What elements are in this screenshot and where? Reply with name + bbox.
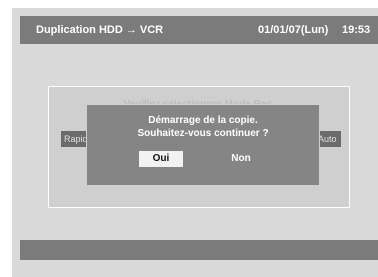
- no-button[interactable]: Non: [221, 151, 261, 167]
- yes-button[interactable]: Oui: [139, 151, 183, 167]
- footer-bar: [20, 240, 378, 260]
- screen-title: Duplication HDD → VCR: [36, 24, 164, 36]
- confirm-dialog: Démarrage de la copie. Souhaitez-vous co…: [86, 104, 320, 186]
- header-bar: Duplication HDD → VCR 01/01/07(Lun) 19:5…: [20, 16, 378, 44]
- date-display: 01/01/07(Lun): [258, 24, 329, 36]
- dialog-message-line2: Souhaitez-vous continuer ?: [137, 128, 269, 139]
- dialog-message-line1: Démarrage de la copie.: [148, 115, 258, 126]
- osd-screen: Duplication HDD → VCR 01/01/07(Lun) 19:5…: [12, 8, 378, 277]
- time-display: 19:53: [342, 24, 371, 36]
